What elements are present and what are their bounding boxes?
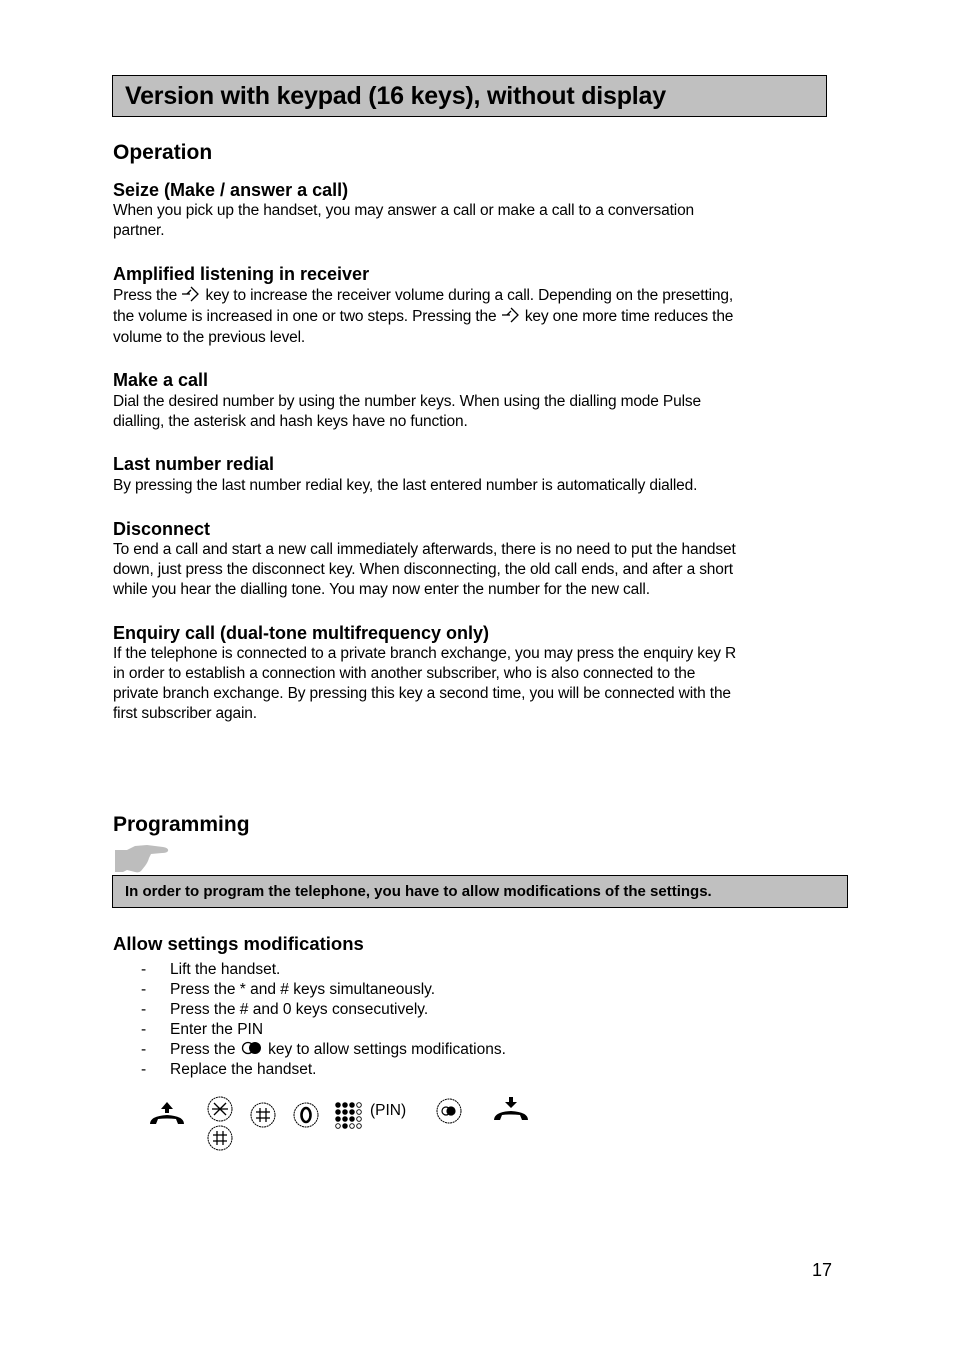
key-sequence: (PIN) [140, 1092, 560, 1156]
keypad-dot [335, 1116, 341, 1122]
step-text: Lift the handset. [170, 961, 281, 978]
keypad-dot [349, 1102, 355, 1108]
keypad-dot [335, 1123, 341, 1129]
volume-key-arrow-icon [182, 286, 200, 302]
programming-heading: Programming [113, 813, 250, 836]
list-item: - Replace the handset. [113, 1060, 713, 1080]
keypad-icon [335, 1102, 362, 1129]
text-line: Press the key to increase the receiver v… [113, 285, 833, 306]
programming-note: In order to program the telephone, you h… [125, 883, 712, 900]
list-item: - Press the * and # keys simultaneously. [113, 980, 713, 1000]
keypad-dot [349, 1123, 355, 1129]
bullet: - [141, 1061, 147, 1078]
text-line: volume to the previous level. [113, 329, 306, 346]
list-item: - Lift the handset. [113, 960, 713, 980]
section-title-amplified: Amplified listening in receiver [113, 264, 370, 284]
hash-key-icon [207, 1125, 233, 1151]
text-fragment: Press the [170, 1041, 236, 1058]
step-text: Press the # and 0 keys consecutively. [170, 1001, 429, 1018]
section-title-disconnect: Disconnect [113, 519, 211, 539]
text-line: If the telephone is connected to a priva… [113, 645, 737, 662]
manual-page: Version with keypad (16 keys), without d… [0, 0, 954, 1352]
section-body-disconnect: To end a call and start a new call immed… [113, 540, 833, 600]
list-item: - Enter the PIN [113, 1020, 713, 1040]
section-body-seize: When you pick up the handset, you may an… [113, 201, 833, 241]
pointing-hand-icon [115, 845, 169, 873]
keypad-dot [356, 1109, 362, 1115]
section-body-amplified: Press the key to increase the receiver v… [113, 285, 833, 348]
text-fragment: key to increase the receiver volume duri… [205, 287, 733, 304]
page-title-box: Version with keypad (16 keys), without d… [112, 75, 827, 117]
bullet: - [141, 981, 147, 998]
step-text: Press the key to allow settings modifica… [170, 1040, 506, 1060]
list-item: - Press the key to allow settings modifi… [113, 1040, 713, 1060]
section-body-redial: By pressing the last number redial key, … [113, 476, 833, 496]
keypad-dot [335, 1102, 341, 1108]
bullet: - [141, 1001, 147, 1018]
star-key-icon [207, 1096, 233, 1122]
step-text: Replace the handset. [170, 1061, 317, 1078]
page-number: 17 [812, 1260, 833, 1280]
volume-key-arrow-icon [501, 307, 519, 323]
keypad-dot [342, 1116, 348, 1122]
lift-handset-icon [150, 1102, 184, 1124]
keypad-dot [356, 1116, 362, 1122]
keypad-dot [356, 1102, 362, 1108]
text-line: the volume is increased in one or two st… [113, 306, 833, 327]
keypad-dot [349, 1116, 355, 1122]
keypad-dot [349, 1109, 355, 1115]
keypad-dot [342, 1109, 348, 1115]
step-text: Enter the PIN [170, 1021, 264, 1038]
steps-list: - Lift the handset. - Press the * and # … [113, 960, 713, 1080]
keypad-dot [342, 1123, 348, 1129]
page-title: Version with keypad (16 keys), without d… [125, 82, 666, 110]
section-body-make-call: Dial the desired number by using the num… [113, 392, 833, 432]
text-line: while you hear the dialling tone. You ma… [113, 581, 650, 598]
text-line: Dial the desired number by using the num… [113, 393, 701, 410]
text-line: By pressing the last number redial key, … [113, 477, 698, 494]
step-text: Press the * and # keys simultaneously. [170, 981, 436, 998]
zero-key-icon [293, 1102, 319, 1128]
list-item: - Press the # and 0 keys consecutively. [113, 1000, 713, 1020]
bullet: - [141, 961, 147, 978]
keypad-dot [356, 1123, 362, 1129]
text-line: private branch exchange. By pressing thi… [113, 685, 731, 702]
replace-handset-icon [494, 1097, 528, 1120]
section-title-enquiry: Enquiry call (dual-tone multifrequency o… [113, 623, 490, 643]
confirm-key-icon [241, 1041, 261, 1055]
text-line: To end a call and start a new call immed… [113, 541, 736, 558]
text-fragment: key one more time reduces the [524, 308, 734, 325]
section-title-make-call: Make a call [113, 370, 209, 390]
section-title-redial: Last number redial [113, 454, 275, 474]
pin-label: (PIN) [370, 1102, 407, 1119]
text-fragment: Press the [113, 287, 178, 304]
text-line: dialling, the asterisk and hash keys hav… [113, 413, 468, 430]
confirm-key-icon [436, 1098, 462, 1124]
programming-note-box: In order to program the telephone, you h… [112, 875, 848, 908]
text-line: in order to establish a connection with … [113, 665, 696, 682]
text-line: partner. [113, 222, 165, 239]
bullet: - [141, 1041, 147, 1058]
bullet: - [141, 1021, 147, 1038]
hash-key-icon [250, 1102, 276, 1128]
allow-modifications-title: Allow settings modifications [113, 933, 364, 954]
operation-heading: Operation [113, 141, 213, 164]
text-line: down, just press the disconnect key. Whe… [113, 561, 733, 578]
section-body-enquiry: If the telephone is connected to a priva… [113, 644, 833, 724]
keypad-dot [342, 1102, 348, 1108]
section-title-seize: Seize (Make / answer a call) [113, 180, 349, 200]
text-fragment: the volume is increased in one or two st… [113, 308, 497, 325]
text-fragment: key to allow settings modifications. [268, 1041, 506, 1058]
text-line: first subscriber again. [113, 705, 257, 722]
keypad-dot [335, 1109, 341, 1115]
text-line: When you pick up the handset, you may an… [113, 202, 695, 219]
